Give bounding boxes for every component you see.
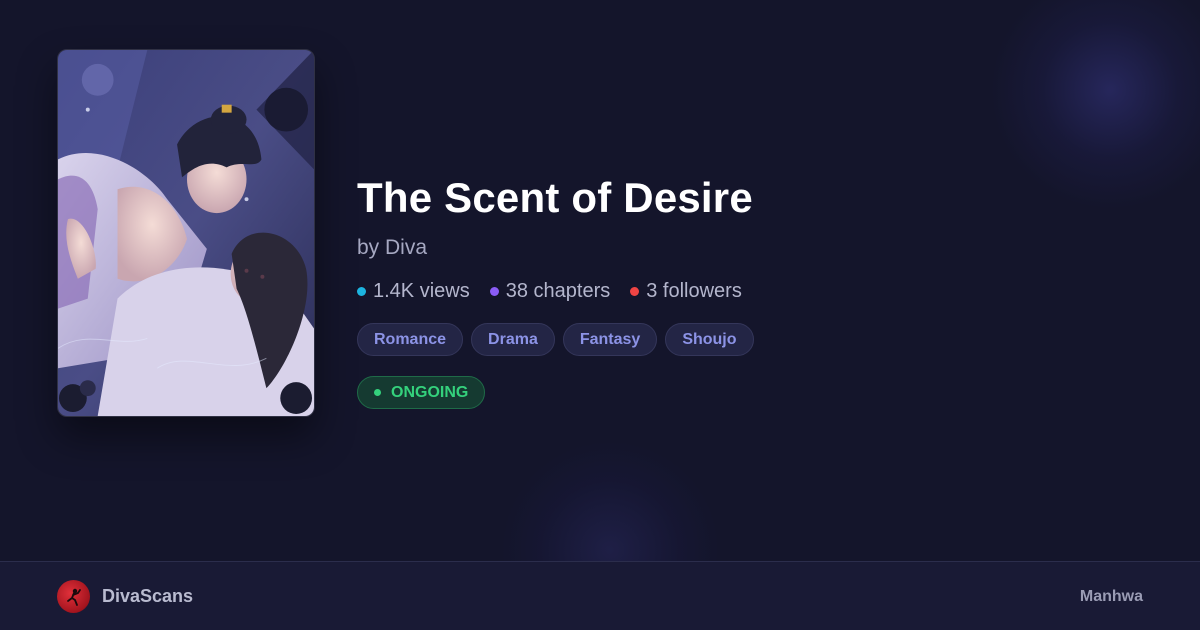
stat-views-label: 1.4K views [373, 280, 470, 302]
background-glow-top [990, 0, 1200, 210]
tag-romance[interactable]: Romance [357, 323, 464, 356]
stat-followers-label: 3 followers [646, 280, 742, 302]
brand-logo-icon [57, 580, 90, 613]
cover-image[interactable] [57, 49, 315, 417]
stats-row: 1.4K views 38 chapters 3 followers [357, 280, 977, 303]
tag-shoujo[interactable]: Shoujo [665, 323, 754, 356]
tag-fantasy[interactable]: Fantasy [562, 323, 658, 356]
stat-followers: 3 followers [630, 280, 742, 303]
brand[interactable]: DivaScans [57, 580, 193, 613]
views-dot-icon [357, 287, 366, 296]
content-type-label: Manhwa [1079, 588, 1143, 605]
footer: DivaScans Manhwa [0, 561, 1200, 630]
tag-drama[interactable]: Drama [471, 323, 555, 356]
stat-chapters: 38 chapters [489, 280, 611, 303]
series-info: The Scent of Desire by Diva 1.4K views 3… [357, 172, 977, 409]
status-label: ONGOING [391, 383, 469, 401]
cover-illustration [58, 50, 314, 416]
stat-chapters-label: 38 chapters [505, 280, 611, 302]
status-dot-icon [374, 389, 381, 396]
status-badge: ONGOING [357, 376, 486, 409]
dancer-icon [66, 588, 81, 606]
followers-dot-icon [630, 287, 640, 296]
series-title: The Scent of Desire [357, 174, 753, 221]
chapters-dot-icon [489, 287, 499, 296]
author-byline[interactable]: by Diva [357, 234, 977, 262]
genre-tags: Romance Drama Fantasy Shoujo [357, 323, 977, 356]
brand-name: DivaScans [102, 586, 194, 606]
stat-views: 1.4K views [357, 280, 470, 303]
